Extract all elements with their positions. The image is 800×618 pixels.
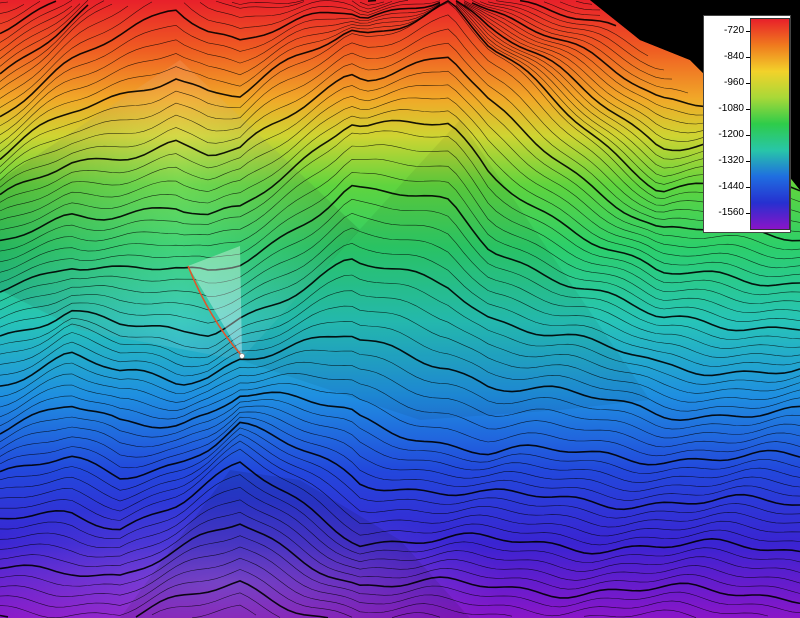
legend-tick-mark [746,160,750,162]
legend-tick-label: -960 [723,76,744,88]
terrain-surface[interactable] [0,0,800,618]
depth-color-ramp [750,18,790,230]
legend-tick-mark [746,186,750,188]
legend-tick-label: -720 [723,24,744,36]
legend-tick-mark [746,56,750,58]
legend-tick-label: -1560 [718,206,744,218]
legend-tick-mark [746,212,750,214]
bathymetry-viewer[interactable]: -720 -840 -960 -1080 -1200 -1320 -1440 -1560 [0,0,800,618]
legend-tick-label: -1080 [718,102,744,114]
depth-legend: -720 -840 -960 -1080 -1200 -1320 -1440 -1560 [703,15,791,233]
legend-tick-mark [746,108,750,110]
legend-tick-label: -1440 [718,180,744,192]
legend-tick-label: -840 [723,50,744,62]
survey-point [239,353,245,359]
legend-tick-mark [746,134,750,136]
legend-tick-label: -1320 [718,154,744,166]
legend-tick-mark [746,30,750,32]
legend-tick-mark [746,82,750,84]
legend-tick-label: -1200 [718,128,744,140]
